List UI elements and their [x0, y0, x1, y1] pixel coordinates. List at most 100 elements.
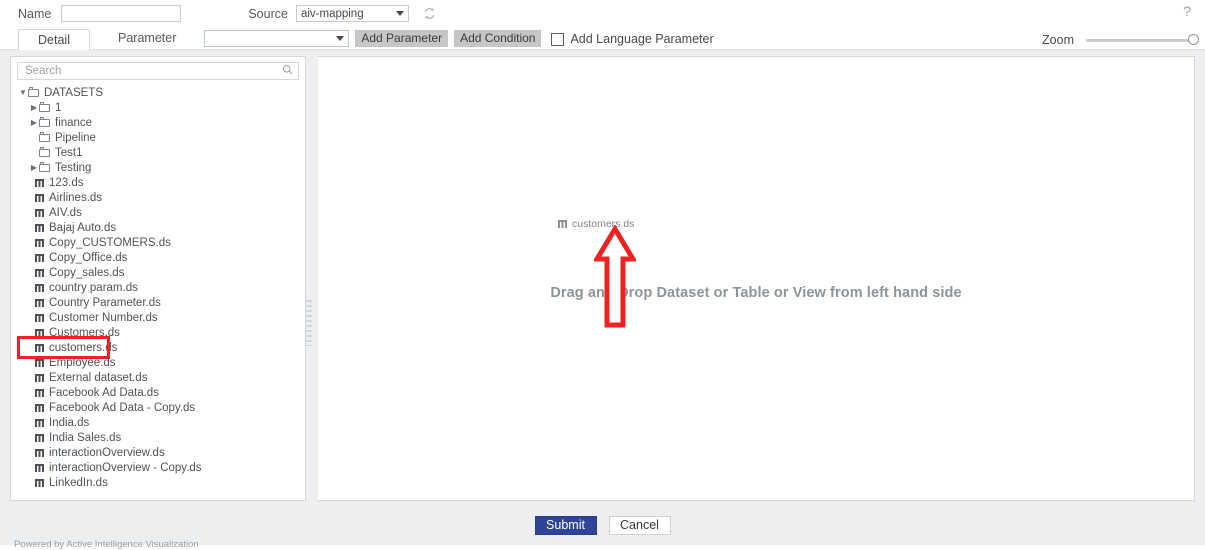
annotation-arrow-up-icon [592, 224, 638, 329]
dataset-tree-panel: ▼DATASETS▶1▶financePipelineTest1▶Testing… [10, 56, 306, 501]
tree-node[interactable]: Copy_CUSTOMERS.ds [11, 235, 305, 250]
refresh-icon[interactable] [423, 7, 437, 21]
tree-node[interactable]: interactionOverview - Copy.ds [11, 460, 305, 475]
chevron-right-icon[interactable]: ▶ [29, 103, 39, 112]
search-icon[interactable] [282, 64, 293, 78]
tree-node[interactable]: customers.ds [11, 340, 305, 355]
tree-node[interactable]: Customers.ds [11, 325, 305, 340]
chevron-down-icon[interactable]: ▼ [18, 88, 28, 97]
tree-node-label: AIV.ds [49, 206, 82, 219]
dataset-icon [35, 313, 44, 322]
search-input[interactable] [23, 64, 282, 78]
chevron-right-icon[interactable]: ▶ [29, 118, 39, 127]
tree-node[interactable]: Employee.ds [11, 355, 305, 370]
tab-detail[interactable]: Detail [18, 29, 90, 50]
parameter-select[interactable] [204, 30, 350, 47]
dataset-icon [35, 478, 44, 487]
zoom-slider-thumb[interactable] [1188, 33, 1199, 45]
source-label: Source [248, 6, 288, 21]
tree-node[interactable]: Airlines.ds [11, 190, 305, 205]
source-select-value: aiv-mapping [300, 7, 364, 20]
tree-node-label: Airlines.ds [49, 191, 103, 204]
tree-node[interactable]: Country Parameter.ds [11, 295, 305, 310]
canvas-dataset-node[interactable]: customers.ds [558, 218, 634, 230]
tree-node-label: India.ds [49, 416, 90, 429]
zoom-slider-track[interactable] [1086, 33, 1199, 45]
tab-toolbar: Detail Parameter Add Parameter Add Condi… [0, 27, 1205, 50]
folder-icon [39, 161, 51, 173]
dataset-icon [35, 208, 44, 217]
dataset-icon [35, 283, 44, 292]
tree-node[interactable]: 123.ds [11, 175, 305, 190]
help-icon[interactable]: ? [1183, 4, 1191, 18]
tree-node[interactable]: ▶ Testing [11, 160, 305, 175]
source-select[interactable]: aiv-mapping [295, 5, 409, 22]
search-box[interactable] [17, 62, 299, 80]
tree-node-label: Copy_CUSTOMERS.ds [49, 236, 171, 249]
chevron-right-icon[interactable]: ▶ [29, 163, 39, 172]
dataset-icon [35, 388, 44, 397]
folder-icon [39, 131, 51, 143]
tree-node[interactable]: LinkedIn.ds [11, 475, 305, 490]
tree-node-label: Bajaj Auto.ds [49, 221, 117, 234]
tree-node[interactable]: interactionOverview.ds [11, 445, 305, 460]
tree-node-label: Facebook Ad Data.ds [49, 386, 159, 399]
tree-node[interactable]: Bajaj Auto.ds [11, 220, 305, 235]
add-parameter-button[interactable]: Add Parameter [355, 30, 449, 47]
dataset-icon [35, 223, 44, 232]
folder-icon [39, 146, 51, 158]
main-body: ▼DATASETS▶1▶financePipelineTest1▶Testing… [0, 50, 1205, 505]
tree-node[interactable]: Copy_Office.ds [11, 250, 305, 265]
dataset-icon [558, 220, 567, 228]
dataset-icon [35, 418, 44, 427]
tree-node-label: Test1 [55, 146, 83, 159]
tree-node-label: Copy_Office.ds [49, 251, 128, 264]
dataset-icon [35, 403, 44, 412]
dataset-icon [35, 268, 44, 277]
dataset-mapping-dialog: Name Source aiv-mapping ? Detail Paramet… [0, 0, 1205, 550]
dataset-icon [35, 253, 44, 262]
tree-node-label: 1 [55, 101, 62, 114]
tree-node-label: Testing [55, 161, 92, 174]
folder-icon [39, 116, 51, 128]
mapping-canvas[interactable]: customers.ds Drag and Drop Dataset or Ta… [318, 56, 1195, 501]
tree-node[interactable]: Pipeline [11, 130, 305, 145]
tree-node[interactable]: Facebook Ad Data - Copy.ds [11, 400, 305, 415]
add-condition-button[interactable]: Add Condition [454, 30, 542, 47]
chevron-down-icon [395, 11, 404, 16]
tree-node[interactable]: India.ds [11, 415, 305, 430]
tree-node-label: DATASETS [44, 86, 103, 99]
name-label: Name [18, 6, 52, 21]
tree-node[interactable]: ▼ DATASETS [11, 85, 305, 100]
tree-node-label: country param.ds [49, 281, 138, 294]
tree-node[interactable]: ▶ finance [11, 115, 305, 130]
tab-detail-label: Detail [38, 33, 70, 47]
tree-node-label: Facebook Ad Data - Copy.ds [49, 401, 196, 414]
name-input[interactable] [61, 5, 182, 22]
add-language-parameter-checkbox[interactable] [551, 32, 565, 46]
tree-node[interactable]: India Sales.ds [11, 430, 305, 445]
tree-node-label: External dataset.ds [49, 371, 148, 384]
tree-node-label: interactionOverview.ds [49, 446, 165, 459]
tree-node[interactable]: AIV.ds [11, 205, 305, 220]
top-toolbar: Name Source aiv-mapping ? [0, 0, 1205, 27]
tree-node[interactable]: Test1 [11, 145, 305, 160]
chevron-down-icon [336, 36, 345, 41]
tree-node[interactable]: External dataset.ds [11, 370, 305, 385]
tree-node-label: India Sales.ds [49, 431, 122, 444]
panel-resize-handle[interactable] [306, 300, 312, 346]
submit-button[interactable]: Submit [534, 515, 597, 535]
cancel-button[interactable]: Cancel [608, 515, 671, 535]
dataset-icon [35, 433, 44, 442]
tree-node[interactable]: Copy_sales.ds [11, 265, 305, 280]
zoom-control: Zoom [1042, 33, 1199, 47]
dataset-icon [35, 358, 44, 367]
dataset-icon [35, 238, 44, 247]
tree-node[interactable]: ▶ 1 [11, 100, 305, 115]
tree-node[interactable]: Facebook Ad Data.ds [11, 385, 305, 400]
tree-node[interactable]: country param.ds [11, 280, 305, 295]
dataset-tree-list[interactable]: ▼ DATASETS ▶ 1 ▶ finance Pipeline Test1 ▶ Testing… [11, 83, 305, 500]
tree-node[interactable]: Customer Number.ds [11, 310, 305, 325]
dialog-footer: Submit Cancel Powered by Active Intellig… [0, 505, 1205, 550]
add-language-parameter-checkbox-wrap[interactable]: Add Language Parameter [551, 32, 714, 46]
